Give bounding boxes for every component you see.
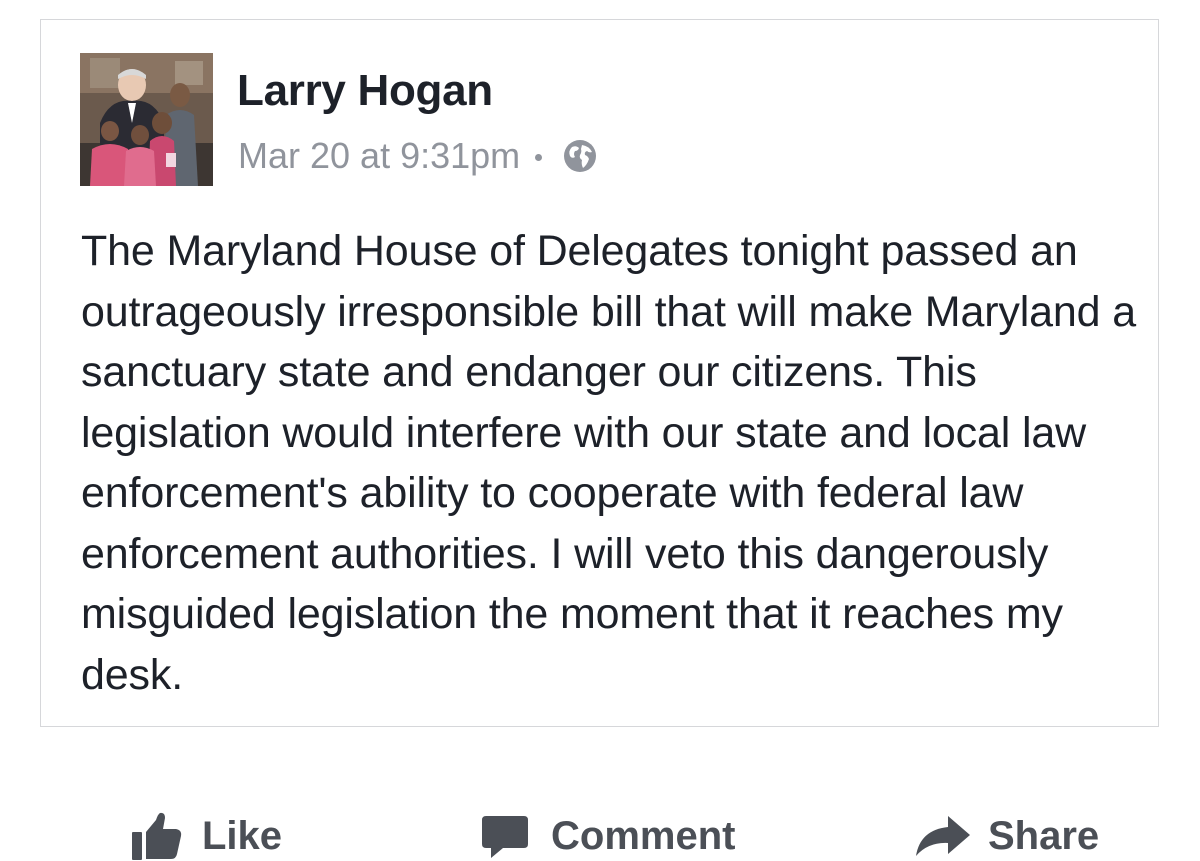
post-action-bar: Like Comment Share [0, 790, 1200, 861]
post-timestamp[interactable]: Mar 20 at 9:31pm [238, 135, 520, 177]
post-body: The Maryland House of Delegates tonight … [81, 227, 1137, 699]
avatar-photo-icon [80, 53, 213, 186]
comment-icon [482, 816, 528, 858]
comment-label: Comment [551, 813, 736, 858]
separator-dot [535, 153, 543, 161]
share-button[interactable]: Share [914, 808, 1099, 861]
post-card: Larry Hogan Mar 20 at 9:31pm The Marylan… [40, 19, 1159, 727]
comment-button[interactable]: Comment [481, 808, 735, 861]
author-avatar[interactable] [80, 53, 213, 186]
globe-icon[interactable] [563, 139, 597, 173]
share-label: Share [988, 813, 1100, 858]
thumbs-up-icon [132, 812, 182, 860]
post-meta: Mar 20 at 9:31pm [238, 134, 597, 178]
share-arrow-icon [916, 816, 970, 856]
author-name[interactable]: Larry Hogan [237, 66, 493, 116]
like-button[interactable]: Like [130, 808, 282, 861]
like-label: Like [202, 813, 283, 858]
